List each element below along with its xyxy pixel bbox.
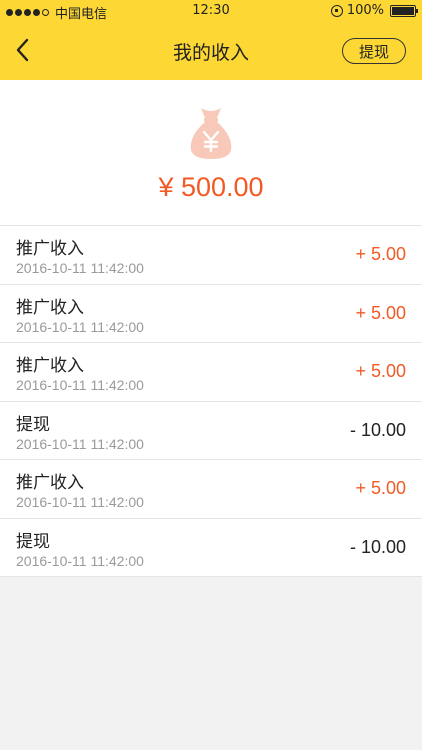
- chevron-left-icon: [16, 38, 29, 62]
- header: 中国电信 12:30 100% 我的收入 提现: [0, 0, 422, 80]
- record-time: 2016-10-11 11:42:00: [16, 494, 144, 510]
- record-title: 推广收入: [16, 297, 84, 318]
- income-record-list: 推广收入 2016-10-11 11:42:00 + 5.00 推广收入 2016-10…: [0, 226, 422, 577]
- record-amount: + 5.00: [355, 302, 406, 323]
- record-amount: + 5.00: [355, 361, 406, 381]
- withdraw-button[interactable]: 提现: [342, 38, 406, 64]
- status-right: 100%: [330, 3, 418, 18]
- orientation-lock-icon: [330, 4, 343, 17]
- record-row[interactable]: 推广收入 2016-10-11 11:42:00 + 5.00: [0, 226, 422, 285]
- record-time: 2016-10-11 11:42:00: [16, 552, 144, 569]
- record-time: 2016-10-11 11:42:00: [16, 260, 144, 276]
- record-time: 2016-10-11 11:42:00: [16, 435, 144, 452]
- record-time: 2016-10-11 11:42:00: [16, 318, 144, 335]
- status-bar: 中国电信 12:30 100%: [0, 0, 422, 22]
- record-amount: - 10.00: [349, 419, 406, 440]
- record-title: 推广收入: [16, 239, 84, 259]
- record-title: 推广收入: [16, 356, 84, 376]
- balance-summary: ¥ 500.00: [0, 80, 422, 226]
- balance-amount: ¥ 500.00: [158, 172, 264, 202]
- record-row[interactable]: 推广收入 2016-10-11 11:42:00 + 5.00: [0, 460, 422, 519]
- record-time: 2016-10-11 11:42:00: [16, 377, 144, 393]
- back-button[interactable]: [10, 36, 38, 64]
- record-row[interactable]: 提现 2016-10-11 11:42:00 - 10.00: [0, 519, 422, 577]
- record-amount: + 5.00: [355, 478, 406, 498]
- battery-icon: [390, 4, 418, 17]
- record-title: 提现: [16, 531, 50, 552]
- battery-percent: 100%: [346, 3, 384, 18]
- record-row[interactable]: 提现 2016-10-11 11:42:00 - 10.00: [0, 402, 422, 460]
- record-amount: + 5.00: [355, 244, 406, 264]
- record-title: 提现: [16, 414, 50, 435]
- page-title: 我的收入: [172, 41, 249, 64]
- nav-bar: 我的收入 提现: [0, 22, 422, 80]
- record-amount: - 10.00: [349, 536, 406, 557]
- record-title: 推广收入: [16, 473, 84, 493]
- record-row[interactable]: 推广收入 2016-10-11 11:42:00 + 5.00: [0, 343, 422, 402]
- record-row[interactable]: 推广收入 2016-10-11 11:42:00 + 5.00: [0, 285, 422, 343]
- moneybag-yen-icon: [190, 108, 232, 159]
